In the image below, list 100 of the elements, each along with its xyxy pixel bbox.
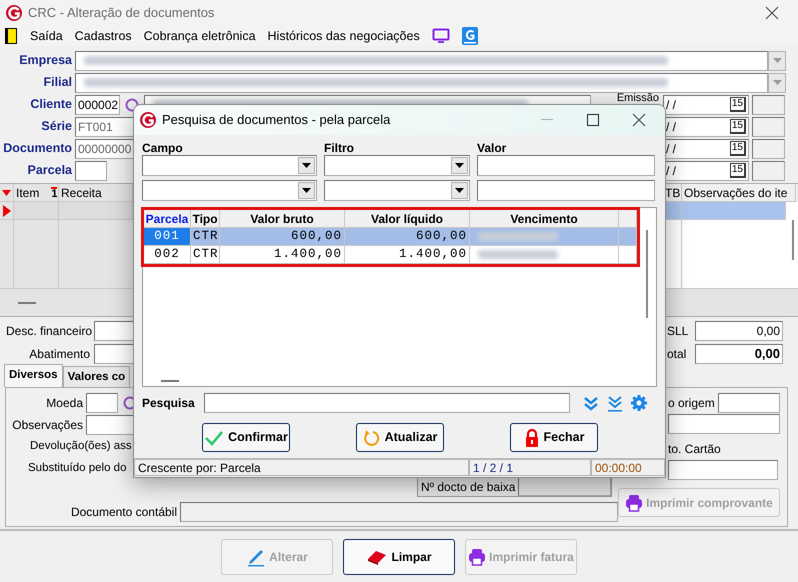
date-field[interactable]: / / 15: [663, 116, 749, 136]
action-button[interactable]: Limpar: [343, 538, 455, 574]
text-field[interactable]: [668, 414, 780, 434]
calendar-button[interactable]: 15: [730, 163, 746, 178]
row-indicator-icon: [3, 204, 11, 216]
table-cell: 002: [144, 246, 191, 264]
dialog-button[interactable]: Fechar: [510, 423, 598, 452]
calendar-button[interactable]: 15: [730, 119, 746, 134]
field-label: Cliente: [29, 96, 73, 114]
text-field[interactable]: 000002: [75, 94, 120, 114]
menu-item[interactable]: Saída: [30, 26, 63, 46]
double-chevron-bottom-icon[interactable]: [606, 394, 624, 412]
column-header[interactable]: Tipo: [191, 210, 220, 228]
printer-icon: [468, 548, 486, 566]
column-header[interactable]: Valor bruto: [220, 210, 345, 228]
field-label: SLL: [667, 323, 690, 340]
scrollbar[interactable]: [792, 220, 794, 260]
lock-icon: [524, 428, 540, 448]
close-icon: [765, 6, 779, 20]
text-field[interactable]: [75, 160, 107, 180]
dropdown-arrow-icon: [455, 188, 464, 193]
column-header[interactable]: Vencimento: [470, 210, 619, 228]
table-row[interactable]: 001 CTR 600,00 600,00: [144, 228, 637, 246]
date-field[interactable]: / / 15: [663, 160, 749, 180]
scrollbar[interactable]: [161, 380, 179, 382]
text-field[interactable]: [94, 344, 134, 364]
date-value: / /: [666, 140, 676, 158]
table-row[interactable]: 002 CTR 1.400,00 1.400,00: [144, 246, 637, 264]
search-field[interactable]: [204, 393, 570, 413]
column-header[interactable]: Valor líquido: [345, 210, 470, 228]
scrollbar[interactable]: [646, 230, 648, 318]
text-field[interactable]: [718, 392, 780, 412]
text-field[interactable]: 0,00: [695, 344, 783, 364]
tab[interactable]: Valores co: [62, 366, 130, 387]
text-field[interactable]: [94, 321, 134, 341]
dropdown-arrow-icon: [772, 58, 782, 63]
dropdown-arrow-icon: [772, 80, 782, 85]
refresh-icon: [362, 428, 381, 446]
date-field[interactable]: / / 15: [663, 94, 749, 114]
status-text: Crescente por: Parcela: [134, 459, 469, 476]
double-chevron-icon[interactable]: [582, 395, 600, 411]
date-value: / /: [666, 118, 676, 136]
table-cell: CTR: [191, 246, 220, 264]
sort-indicator: 1: [51, 186, 58, 198]
dropdown-field[interactable]: [324, 155, 470, 176]
text-field[interactable]: [86, 392, 118, 412]
field-label: to. Cartão: [668, 441, 721, 458]
calendar-button[interactable]: 15: [730, 141, 746, 156]
menu-item[interactable]: Cobrança eletrônica: [144, 26, 256, 46]
text-field[interactable]: 0,00: [695, 321, 783, 341]
app-logo-icon[interactable]: [462, 27, 478, 45]
dropdown-button[interactable]: [768, 50, 786, 70]
dropdown-field[interactable]: [142, 180, 317, 201]
text-field[interactable]: [668, 460, 778, 480]
table-cell: [619, 246, 637, 264]
minimize-icon: [541, 119, 553, 121]
field-label: Documento contábil: [70, 504, 178, 520]
text-field[interactable]: [180, 502, 618, 522]
monitor-icon[interactable]: [432, 28, 450, 44]
dropdown-field[interactable]: [75, 72, 768, 92]
text-field[interactable]: [752, 160, 785, 180]
field-label: Documento: [2, 140, 73, 158]
dropdown-button[interactable]: [768, 72, 786, 92]
status-text: 00:00:00: [591, 459, 665, 476]
text-field[interactable]: [752, 94, 785, 114]
field-label: Empresa: [18, 52, 73, 70]
column-header[interactable]: Parcela: [144, 210, 191, 228]
search-label: Pesquisa: [142, 395, 196, 412]
field-label: Desc. financeiro: [6, 323, 94, 340]
calendar-button[interactable]: 15: [730, 97, 746, 112]
column-label: Filtro: [324, 140, 355, 155]
text-field[interactable]: [752, 116, 785, 136]
menu-item[interactable]: Cadastros: [74, 26, 132, 46]
text-field[interactable]: [752, 138, 785, 158]
menu-item[interactable]: Históricos das negociações: [268, 26, 420, 46]
text-field[interactable]: [477, 180, 655, 201]
dropdown-field[interactable]: [142, 155, 317, 176]
scrollbar[interactable]: [18, 302, 36, 304]
dialog-button[interactable]: Atualizar: [356, 423, 444, 452]
field-label: o origem: [668, 394, 716, 412]
dropdown-arrow-icon: [302, 188, 311, 193]
table-cell: 001: [144, 228, 191, 246]
column-label: Valor: [477, 140, 508, 155]
field-label: Moeda: [45, 394, 84, 412]
dropdown-arrow-icon: [302, 163, 311, 168]
dropdown-field[interactable]: [75, 50, 768, 70]
door-icon[interactable]: [4, 27, 18, 45]
close-icon: [632, 113, 646, 127]
search-icon[interactable]: [125, 98, 139, 112]
field-label: otal: [667, 346, 688, 363]
date-value: / /: [666, 162, 676, 180]
text-field[interactable]: [477, 155, 655, 176]
text-field[interactable]: [518, 476, 611, 496]
dialog-button[interactable]: Confirmar: [202, 423, 290, 452]
dropdown-field[interactable]: [324, 180, 470, 201]
date-field[interactable]: / / 15: [663, 138, 749, 158]
printer-icon: [625, 494, 644, 512]
tab[interactable]: Diversos: [4, 364, 63, 387]
settings-icon[interactable]: [630, 394, 648, 412]
app-logo-icon: [6, 5, 22, 21]
